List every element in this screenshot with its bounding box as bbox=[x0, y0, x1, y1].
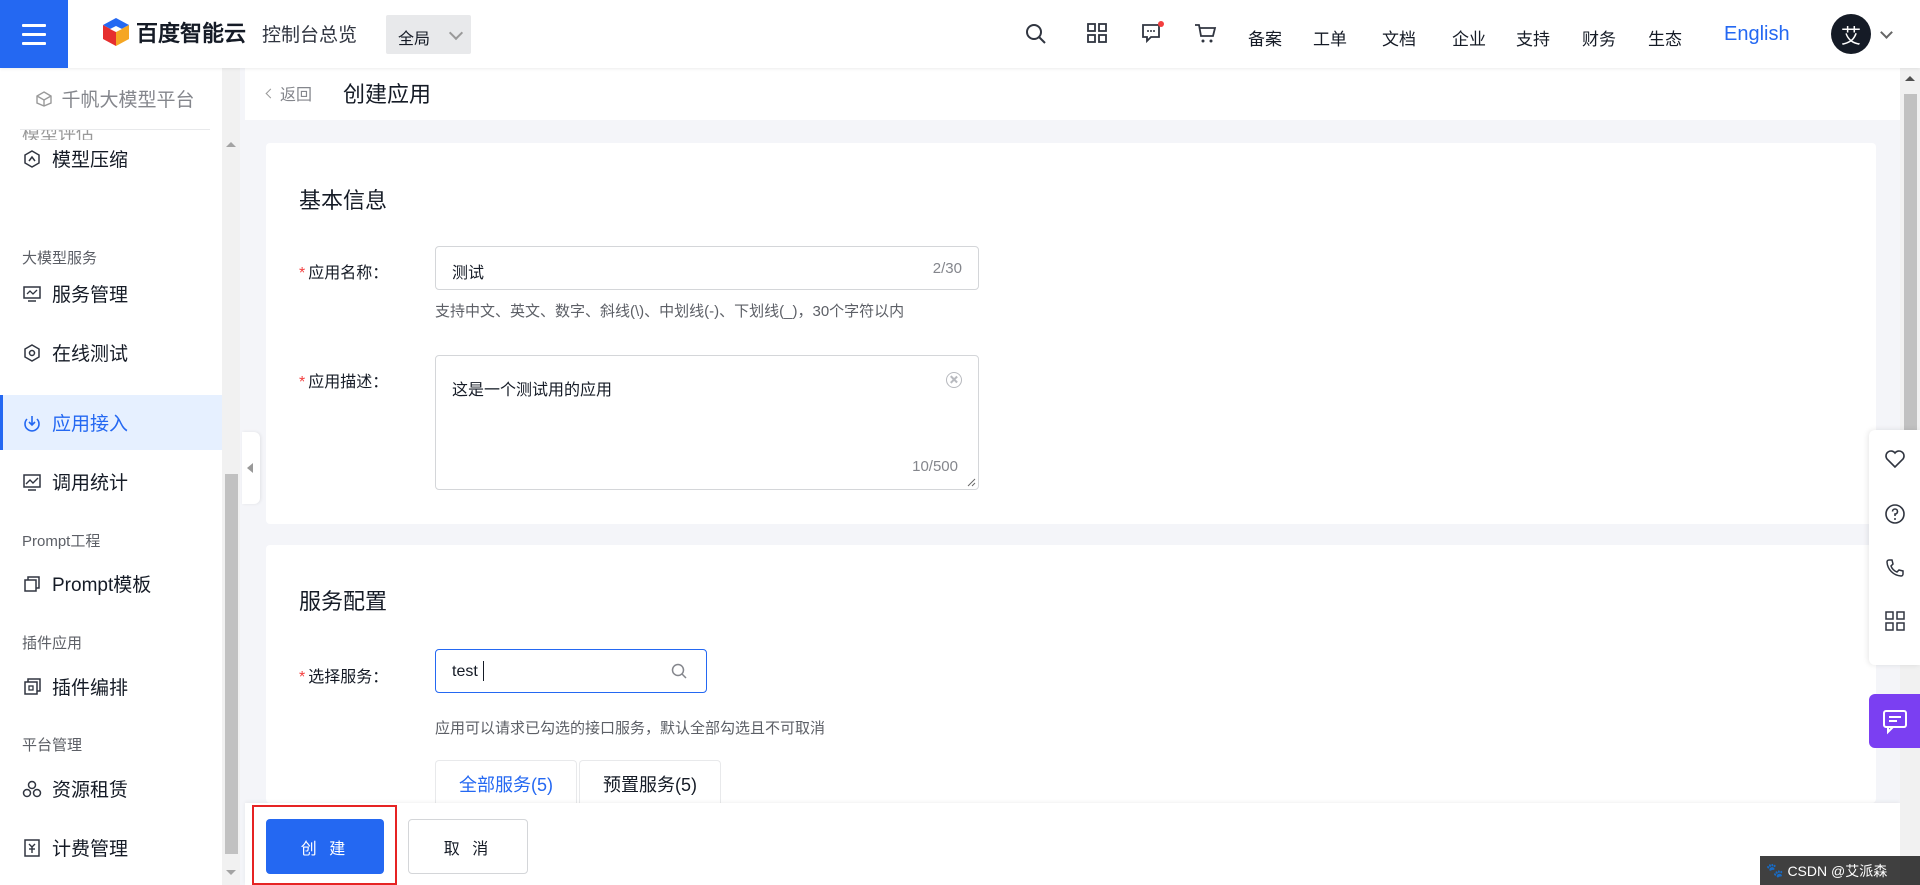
tab-preset-services[interactable]: 预置服务(5) bbox=[579, 760, 721, 806]
search-icon[interactable] bbox=[670, 662, 688, 680]
sidebar-item-call-stats[interactable]: 调用统计 bbox=[0, 454, 222, 509]
apps-grid-icon[interactable] bbox=[1884, 610, 1906, 632]
create-button[interactable]: 创 建 bbox=[266, 819, 384, 874]
message-icon[interactable] bbox=[1140, 21, 1164, 45]
section-title-service: 服务配置 bbox=[299, 589, 388, 614]
sidebar-group-platform: 平台管理 bbox=[22, 737, 83, 754]
top-bar: 百度智能云 控制台总览 全局 备案 工单 文档 企业 支持 财务 生态 Engl… bbox=[0, 0, 1920, 68]
nav-ticket[interactable]: 工单 bbox=[1313, 25, 1347, 50]
chevron-left-icon bbox=[265, 88, 276, 98]
apps-grid-icon[interactable] bbox=[1085, 21, 1109, 45]
scroll-up-icon[interactable] bbox=[1905, 76, 1915, 81]
chevron-down-icon bbox=[448, 25, 464, 41]
sidebar: 千帆大模型平台 模型评估 模型压缩 大模型服务 服务管理 在线测试 应用接入 调… bbox=[0, 68, 240, 885]
sidebar-item-service-manage[interactable]: 服务管理 bbox=[0, 266, 222, 321]
language-switch[interactable]: English bbox=[1724, 23, 1790, 46]
service-search-value: test bbox=[452, 663, 478, 680]
form-footer: 创 建 取 消 bbox=[245, 803, 1900, 885]
service-search-input[interactable]: test bbox=[435, 649, 707, 693]
scroll-up-icon[interactable] bbox=[226, 142, 236, 147]
brand-name: 百度智能云 bbox=[136, 21, 247, 46]
section-title-basic: 基本信息 bbox=[299, 188, 388, 213]
cart-icon[interactable] bbox=[1193, 21, 1217, 45]
hamburger-menu-button[interactable] bbox=[0, 0, 68, 68]
sidebar-scrollbar[interactable] bbox=[222, 68, 240, 885]
tab-all-services[interactable]: 全部服务(5) bbox=[435, 760, 577, 806]
app-desc-counter: 10/500 bbox=[912, 458, 958, 475]
page-header: 返回 创建应用 bbox=[245, 68, 1900, 120]
chevron-down-icon[interactable] bbox=[1880, 26, 1893, 39]
cancel-button[interactable]: 取 消 bbox=[408, 819, 528, 874]
sidebar-item-online-test[interactable]: 在线测试 bbox=[0, 325, 222, 380]
cube-icon bbox=[36, 90, 53, 107]
sidebar-item-app-access[interactable]: 应用接入 bbox=[0, 395, 222, 450]
search-icon[interactable] bbox=[1024, 22, 1048, 46]
sidebar-item-prompt-template[interactable]: Prompt模板 bbox=[0, 556, 222, 611]
scroll-down-icon[interactable] bbox=[226, 870, 236, 875]
main-scroll-thumb[interactable] bbox=[1904, 94, 1917, 434]
nav-beian[interactable]: 备案 bbox=[1248, 25, 1282, 50]
text-cursor bbox=[483, 661, 484, 681]
favorite-icon[interactable] bbox=[1884, 448, 1906, 470]
brand-logo[interactable]: 百度智能云 bbox=[102, 16, 246, 48]
sidebar-item-resource-rental[interactable]: 资源租赁 bbox=[0, 761, 222, 816]
sidebar-group-prompt: Prompt工程 bbox=[22, 533, 101, 550]
nav-finance[interactable]: 财务 bbox=[1582, 25, 1616, 50]
service-icon bbox=[23, 285, 41, 302]
app-desc-value: 这是一个测试用的应用 bbox=[452, 382, 613, 399]
app-access-icon bbox=[24, 415, 40, 432]
console-overview-link[interactable]: 控制台总览 bbox=[262, 20, 357, 47]
nav-ecosystem[interactable]: 生态 bbox=[1648, 25, 1682, 50]
app-name-hint: 支持中文、英文、数字、斜线(\)、中划线(-)、下划线(_)，30个字符以内 bbox=[435, 303, 905, 320]
back-link[interactable]: 返回 bbox=[265, 81, 312, 105]
app-name-counter: 2/30 bbox=[932, 260, 962, 277]
floating-tools bbox=[1869, 430, 1920, 665]
app-name-input[interactable]: 测试 2/30 bbox=[435, 246, 979, 290]
template-icon bbox=[24, 575, 40, 592]
region-select[interactable]: 全局 bbox=[386, 15, 471, 54]
sidebar-collapse-button[interactable] bbox=[242, 432, 260, 504]
baidu-cloud-logo-icon bbox=[103, 18, 129, 46]
platform-name: 千帆大模型平台 bbox=[61, 90, 195, 111]
sidebar-item-billing[interactable]: 计费管理 bbox=[0, 820, 222, 875]
app-name-label: * 应用名称： bbox=[299, 265, 389, 282]
paw-icon: 🐾 bbox=[1766, 862, 1784, 878]
sidebar-item-plugin-orchestration[interactable]: 插件编排 bbox=[0, 659, 222, 714]
page-title: 创建应用 bbox=[343, 82, 432, 107]
sidebar-group-llm-service: 大模型服务 bbox=[22, 250, 98, 267]
avatar[interactable]: 艾 bbox=[1831, 14, 1871, 54]
app-desc-textarea[interactable]: 这是一个测试用的应用 10/500 bbox=[435, 355, 979, 490]
service-hint: 应用可以请求已勾选的接口服务，默认全部勾选且不可取消 bbox=[435, 720, 826, 737]
phone-icon[interactable] bbox=[1884, 557, 1906, 579]
basic-info-card: 基本信息 * 应用名称： 测试 2/30 支持中文、英文、数字、斜线(\)、中划线… bbox=[266, 143, 1876, 524]
plugin-icon bbox=[24, 677, 41, 695]
compress-icon bbox=[24, 149, 40, 168]
help-icon[interactable] bbox=[1884, 503, 1906, 525]
test-icon bbox=[24, 343, 40, 362]
platform-header[interactable]: 千帆大模型平台 bbox=[20, 68, 210, 130]
select-service-label: * 选择服务： bbox=[299, 669, 389, 686]
chat-icon bbox=[1883, 710, 1907, 735]
sidebar-scroll-thumb[interactable] bbox=[225, 474, 238, 854]
nav-enterprise[interactable]: 企业 bbox=[1452, 25, 1486, 50]
chat-support-button[interactable] bbox=[1869, 694, 1920, 748]
clear-icon[interactable] bbox=[946, 372, 962, 388]
sidebar-item-model-compress[interactable]: 模型压缩 bbox=[0, 131, 222, 186]
resize-handle-icon[interactable] bbox=[966, 477, 976, 487]
sidebar-group-plugin: 插件应用 bbox=[22, 635, 83, 652]
nav-support[interactable]: 支持 bbox=[1516, 25, 1550, 50]
region-value: 全局 bbox=[398, 31, 431, 48]
watermark: 🐾 CSDN @艾派森 bbox=[1760, 856, 1920, 885]
resource-icon bbox=[22, 780, 42, 797]
stats-icon bbox=[23, 473, 41, 491]
app-desc-label: * 应用描述： bbox=[299, 374, 389, 391]
billing-icon bbox=[24, 838, 40, 857]
service-config-card: 服务配置 * 选择服务： test 应用可以请求已勾选的接口服务，默认全部勾选且不… bbox=[266, 545, 1876, 806]
app-name-value: 测试 bbox=[452, 265, 485, 282]
nav-docs[interactable]: 文档 bbox=[1382, 25, 1416, 50]
